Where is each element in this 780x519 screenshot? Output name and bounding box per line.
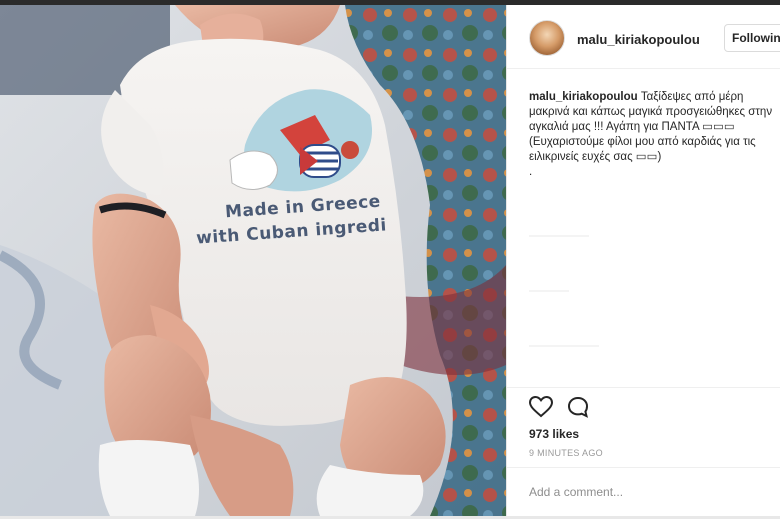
likes-count[interactable]: 973 likes xyxy=(529,427,579,441)
comment-icon[interactable] xyxy=(567,396,589,418)
following-button[interactable]: Following xyxy=(724,24,780,52)
faded-line xyxy=(529,235,589,237)
add-comment-input[interactable]: Add a comment... xyxy=(529,485,623,499)
post-photo: Made in Greece with Cuban ingredi xyxy=(0,5,506,516)
actions-divider xyxy=(507,387,780,388)
heart-icon[interactable] xyxy=(529,396,553,418)
caption-username[interactable]: malu_kiriakopoulou xyxy=(529,91,638,103)
photo-illustration xyxy=(0,5,506,516)
faded-comments-area xyxy=(507,195,780,385)
post-time: 9 MINUTES AGO xyxy=(529,448,603,458)
caption-trailing: . xyxy=(529,166,533,178)
header-username[interactable]: malu_kiriakopoulou xyxy=(577,32,700,47)
instagram-post-screenshot: Made in Greece with Cuban ingredi malu_k… xyxy=(0,0,780,519)
post-sidebar: malu_kiriakopoulou Following malu_kiriak… xyxy=(506,5,780,516)
faded-line xyxy=(529,345,599,347)
comment-divider xyxy=(507,467,780,468)
post-header: malu_kiriakopoulou Following xyxy=(507,5,780,69)
avatar[interactable] xyxy=(529,20,565,56)
post-caption: malu_kiriakopoulou Ταξίδεψες από μέρη μα… xyxy=(529,90,779,180)
faded-line xyxy=(529,290,569,292)
